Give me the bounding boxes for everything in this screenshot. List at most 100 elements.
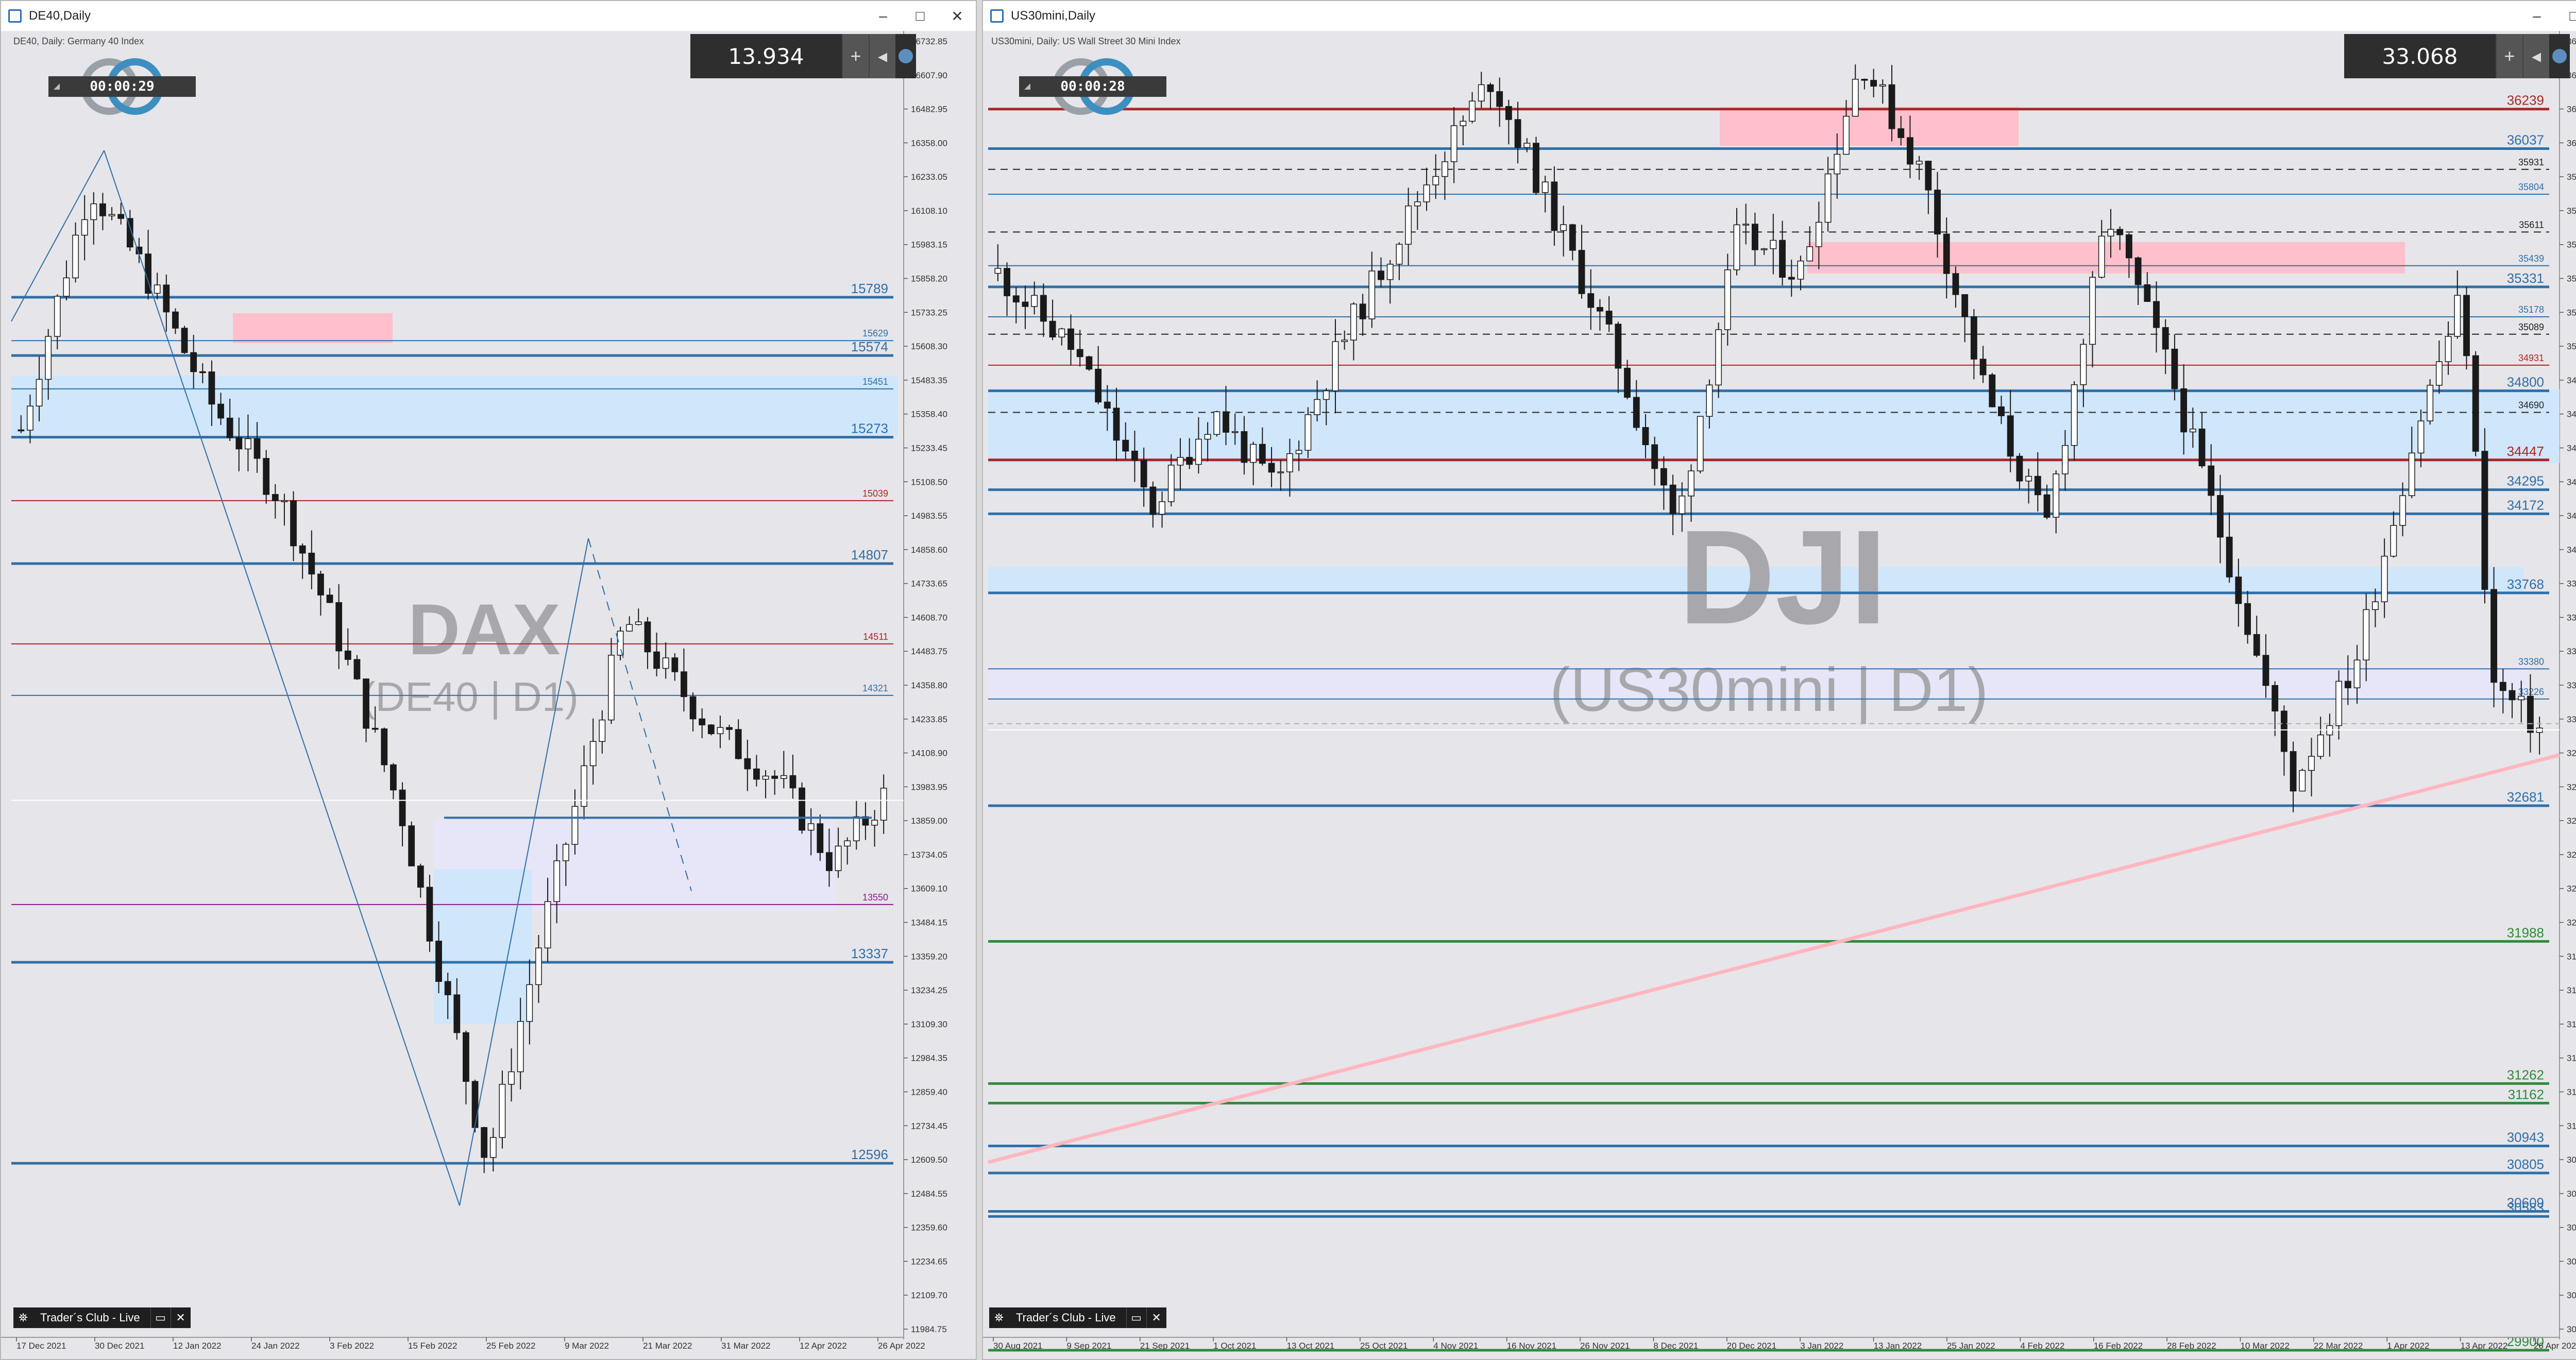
- close-button[interactable]: ✕: [939, 1, 976, 31]
- candle-bull: [807, 823, 815, 831]
- date-axis-label: 9 Mar 2022: [565, 1341, 609, 1351]
- date-axis-label: 30 Dec 2021: [95, 1341, 144, 1351]
- candle-bear: [1578, 250, 1585, 294]
- candle-bull: [599, 719, 606, 742]
- price-axis-label: 33165.60: [2567, 715, 2576, 724]
- price-axis-label: 16358.00: [911, 138, 947, 148]
- level-label: 35611: [2519, 219, 2544, 230]
- price-axis-label: 33507.80: [2567, 647, 2576, 656]
- candle-bull: [489, 1137, 497, 1158]
- minimize-button[interactable]: –: [2518, 1, 2555, 31]
- price-axis-label: 12984.35: [911, 1053, 947, 1063]
- level-label: 35331: [2507, 270, 2544, 286]
- candle-bull: [526, 984, 533, 1022]
- candle-bear: [2272, 685, 2279, 712]
- candle-bull: [871, 820, 878, 826]
- price-axis-label: 14233.85: [911, 715, 947, 724]
- plus-button[interactable]: +: [2496, 34, 2522, 78]
- tab-close-icon[interactable]: ✕: [1146, 1307, 1166, 1328]
- candle-bull: [1679, 496, 1686, 514]
- tab-maximize-icon[interactable]: ▭: [150, 1307, 171, 1328]
- candle-bear: [1359, 303, 1366, 319]
- date-axis-label: 25 Feb 2022: [486, 1341, 535, 1351]
- candle-bear: [317, 573, 324, 596]
- candle-bear: [653, 651, 660, 669]
- maximize-button[interactable]: □: [2555, 1, 2576, 31]
- candle-bull: [1460, 121, 1467, 126]
- date-axis-label: 24 Jan 2022: [251, 1341, 300, 1351]
- account-icon: ⛯: [19, 1311, 28, 1324]
- maximize-button[interactable]: □: [902, 1, 939, 31]
- candle-bear: [2290, 751, 2297, 792]
- date-axis-label: 22 Mar 2022: [2314, 1341, 2363, 1351]
- zone-0: [1720, 107, 2019, 146]
- candle-bear: [463, 1032, 469, 1082]
- candle-bear: [1925, 161, 1932, 191]
- candle-bear: [444, 981, 451, 995]
- date-axis-label: 1 Apr 2022: [2387, 1341, 2429, 1351]
- tab-maximize-icon[interactable]: ▭: [1126, 1307, 1146, 1328]
- right-chart-canvas[interactable]: DJI(US30mini | D1) 36239 36037 35931 35804 35…: [983, 31, 2576, 1360]
- candle-bear: [1615, 324, 1622, 369]
- price-axis-label: 35559.00: [2567, 240, 2576, 250]
- price-axis-label: 32652.30: [2567, 816, 2576, 826]
- level-label: 35089: [2518, 322, 2544, 332]
- candle-bear: [771, 775, 778, 779]
- candle-bull: [589, 741, 597, 767]
- right-account-tab[interactable]: ⛯ Trader´s Club - Live ▭ ✕: [989, 1307, 1166, 1328]
- price-axis-label: 32139.00: [2567, 918, 2576, 928]
- candle-bull: [1715, 329, 1722, 386]
- candle-bull: [81, 219, 88, 236]
- right-chart-area[interactable]: DJI (US30mini | D1) 36239 36037 35931 35804 35…: [983, 31, 2576, 1360]
- date-axis-label: 26 Apr 2022: [2534, 1341, 2576, 1351]
- candle-bear: [172, 311, 179, 329]
- left-chart-area[interactable]: DAX (DE40 | D1) 15789 15629 15574 15451 15273 1…: [1, 31, 976, 1360]
- candle-bear: [1149, 486, 1157, 515]
- candle-bull: [1469, 100, 1476, 122]
- candle-bear: [1943, 233, 1950, 274]
- candle-bull: [1852, 78, 1859, 117]
- candle-bull: [2417, 420, 2425, 454]
- candle-bear: [1888, 84, 1895, 129]
- candle-bull: [2381, 555, 2388, 602]
- candle-bull: [994, 268, 1002, 274]
- level-label: 31162: [2508, 1086, 2544, 1102]
- price-axis-label: 12609.50: [911, 1155, 947, 1165]
- tab-close-icon[interactable]: ✕: [170, 1307, 191, 1328]
- candle-bull: [1806, 246, 1814, 262]
- candle-bear: [1605, 311, 1613, 325]
- candle-bull: [2053, 473, 2060, 518]
- zone-1: [11, 376, 897, 435]
- candle-bear: [1268, 463, 1275, 473]
- candle-bear: [1012, 295, 1020, 303]
- candle-bear: [2034, 475, 2041, 496]
- date-axis-label: 10 Mar 2022: [2240, 1341, 2289, 1351]
- date-axis-label: 3 Jan 2022: [1800, 1341, 1843, 1351]
- collapse-arrow-icon[interactable]: ◂: [2522, 34, 2549, 78]
- candle-bear: [1587, 293, 1595, 308]
- candle-bear: [299, 545, 306, 554]
- collapse-arrow-icon[interactable]: ◂: [869, 34, 895, 78]
- candle-bull: [2189, 429, 2196, 433]
- candle-bull: [853, 816, 860, 841]
- left-chart-canvas[interactable]: DAX(DE40 | D1) 15789 1562915574 15451 15273 1…: [1, 31, 976, 1360]
- zone-0: [233, 313, 393, 343]
- candle-bear: [1897, 128, 1905, 138]
- right-account-tab-label: Trader´s Club - Live: [1016, 1311, 1116, 1324]
- candle-bear: [326, 594, 333, 603]
- left-window-title: DE40,Daily: [29, 9, 91, 23]
- minimize-button[interactable]: –: [865, 1, 902, 31]
- candle-bear: [1998, 406, 2005, 416]
- candle-bear: [1788, 277, 1795, 280]
- left-account-tab[interactable]: ⛯ Trader´s Club - Live ▭ ✕: [13, 1307, 191, 1328]
- level-label: 15574: [851, 339, 888, 354]
- candle-bear: [308, 552, 315, 575]
- plus-button[interactable]: +: [842, 34, 869, 78]
- price-axis-label: 15733.25: [911, 308, 947, 317]
- candle-bull: [1167, 465, 1175, 502]
- date-axis-label: 4 Feb 2022: [2020, 1341, 2064, 1351]
- candle-bear: [2016, 455, 2023, 482]
- date-axis-label: 15 Feb 2022: [408, 1341, 457, 1351]
- candle-bull: [1843, 115, 1850, 155]
- candle-bull: [1450, 125, 1458, 162]
